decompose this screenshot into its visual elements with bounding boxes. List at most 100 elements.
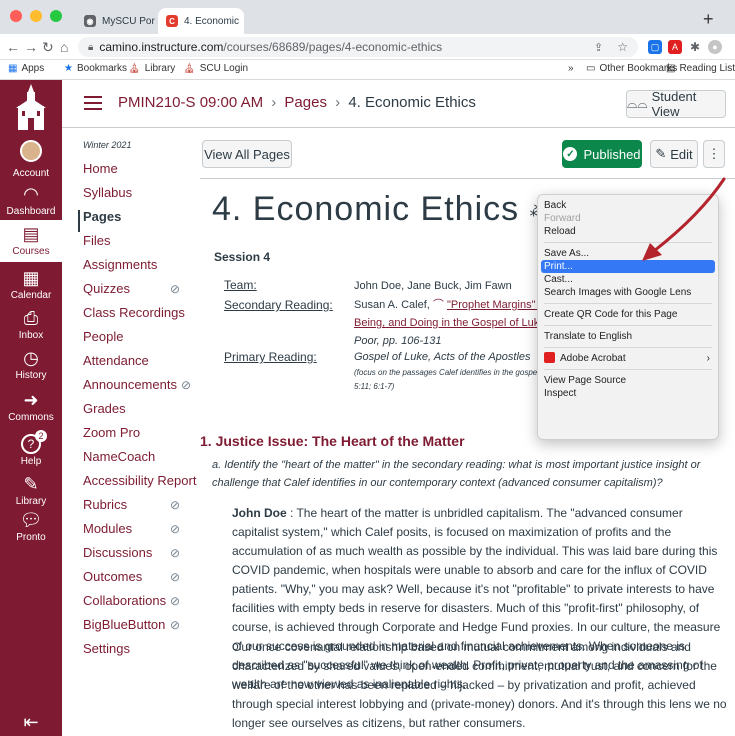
course-nav-assignments[interactable]: Assignments	[83, 256, 193, 280]
global-nav-commons[interactable]: ➜ Commons	[0, 390, 62, 423]
course-nav-announcements[interactable]: Announcements ⊘	[83, 376, 193, 400]
more-options-button[interactable]: ⋮	[703, 140, 725, 168]
course-nav-rubrics[interactable]: Rubrics ⊘	[83, 496, 193, 520]
primary-note: 5:11; 6:1-7)	[354, 382, 395, 391]
collapse-nav-icon[interactable]: ⇤	[0, 712, 62, 733]
course-nav-collaborations[interactable]: Collaborations ⊘	[83, 592, 193, 616]
reading-link[interactable]: Being, and Doing in the Gospel of Luke	[354, 317, 545, 329]
menu-item-translate[interactable]: Translate to English	[538, 330, 718, 343]
bookmark-star-icon[interactable]: ☆	[617, 40, 638, 54]
global-nav-pronto[interactable]: 💬︎ Pronto	[0, 510, 62, 543]
course-nav-label: People	[83, 329, 124, 344]
help-badge: 2	[35, 430, 47, 442]
breadcrumb-course[interactable]: PMIN210-S 09:00 AM	[118, 94, 263, 111]
global-nav-library[interactable]: ✎ Library	[0, 474, 62, 507]
address-bar[interactable]: 🔒︎ camino.instructure.com/courses/68689/…	[78, 37, 638, 57]
course-nav-grades[interactable]: Grades	[83, 400, 193, 424]
share-icon[interactable]: ⇪	[594, 41, 611, 54]
close-window-icon[interactable]	[10, 10, 22, 22]
menu-item-view-source[interactable]: View Page Source	[538, 374, 718, 387]
course-nav-people[interactable]: People	[83, 328, 193, 352]
primary-reading-label: Primary Reading:	[224, 350, 317, 364]
page-title-text: 4. Economic Ethics	[212, 190, 520, 228]
primary-reading-value: Gospel of Luke, Acts of the Apostles (fo…	[354, 348, 539, 394]
team-value: John Doe, Jane Buck, Jim Fawn	[354, 280, 512, 292]
profile-icon[interactable]: ●	[708, 40, 722, 54]
edit-button[interactable]: ✎ Edit	[650, 140, 698, 168]
course-nav-attendance[interactable]: Attendance	[83, 352, 193, 376]
course-nav-settings[interactable]: Settings	[83, 640, 193, 664]
course-nav-namecoach[interactable]: NameCoach	[83, 448, 193, 472]
course-nav-label: Outcomes	[83, 569, 143, 584]
course-nav-discussions[interactable]: Discussions ⊘	[83, 544, 193, 568]
home-icon[interactable]: ⌂	[60, 39, 68, 55]
student-view-button[interactable]: ⌓⌓ Student View	[626, 89, 726, 119]
global-nav-courses[interactable]: ▤ Courses	[0, 220, 62, 262]
new-tab-button[interactable]: +	[703, 9, 714, 30]
reading-link[interactable]: "Prophet Margins" in	[447, 299, 547, 311]
bookmark-bookmarks[interactable]: ★ Bookmarks	[64, 63, 127, 74]
course-nav-class-recordings[interactable]: Class Recordings	[83, 304, 193, 328]
session-heading: Session 4	[214, 250, 271, 264]
menu-item-adobe-acrobat[interactable]: Adobe Acrobat ›	[538, 351, 718, 365]
bookmark-other[interactable]: ▭ Other Bookmarks	[586, 63, 677, 74]
hamburger-menu-icon[interactable]	[84, 96, 102, 110]
acrobat-extension-icon[interactable]: A	[668, 40, 682, 54]
menu-item-qr-code[interactable]: Create QR Code for this Page	[538, 308, 718, 321]
menu-item-cast[interactable]: Cast...	[538, 273, 718, 286]
global-nav-calendar[interactable]: ▦ Calendar	[0, 268, 62, 301]
term-label: Winter 2021	[83, 140, 132, 150]
apps-grid-icon: ▦	[8, 63, 18, 74]
course-nav-zoom-pro[interactable]: Zoom Pro	[83, 424, 193, 448]
nav-label: Pronto	[16, 532, 46, 543]
bookmarks-overflow[interactable]: »	[568, 63, 574, 74]
global-nav-account[interactable]: Account	[0, 140, 62, 179]
browser-tab-myscu[interactable]: ◉ MySCU Por ✕	[76, 8, 158, 34]
page-title: 4. Economic Ethics ⁂	[212, 190, 547, 229]
menu-item-search-images[interactable]: Search Images with Google Lens	[538, 286, 718, 299]
hidden-eye-icon: ⊘	[170, 618, 181, 632]
menu-item-inspect[interactable]: Inspect	[538, 387, 718, 400]
scu-logo-icon: ⛪︎	[128, 63, 141, 74]
global-nav: Account ◠ Dashboard ▤ Courses ▦ Calendar…	[0, 80, 62, 736]
course-nav-bigbluebutton[interactable]: BigBlueButton ⊘	[83, 616, 193, 640]
bookmark-scu-login[interactable]: ⛪︎ SCU Login	[183, 63, 248, 74]
course-nav-label: Settings	[83, 641, 130, 656]
course-nav-pages[interactable]: Pages	[83, 208, 193, 232]
extension-icon[interactable]: ▢	[648, 40, 662, 54]
minimize-window-icon[interactable]	[30, 10, 42, 22]
view-all-pages-button[interactable]: View All Pages	[202, 140, 292, 168]
reading-list-icon: ▤	[666, 63, 676, 74]
menu-item-back[interactable]: Back	[538, 199, 718, 212]
primary-note: (focus on the passages Calef identifies …	[354, 368, 540, 377]
puzzle-extension-icon[interactable]: ✱	[688, 40, 702, 54]
forward-arrow-icon[interactable]: →	[24, 39, 38, 55]
team-label: Team:	[224, 278, 257, 292]
reload-icon[interactable]: ↻	[42, 39, 54, 56]
course-nav-outcomes[interactable]: Outcomes ⊘	[83, 568, 193, 592]
global-nav-dashboard[interactable]: ◠ Dashboard	[0, 184, 62, 217]
course-nav-quizzes[interactable]: Quizzes ⊘	[83, 280, 193, 304]
bookmark-apps[interactable]: ▦ Apps	[8, 63, 44, 74]
browser-tab-economic-ethics[interactable]: C 4. Economic ✕	[158, 8, 244, 34]
course-nav-syllabus[interactable]: Syllabus	[83, 184, 193, 208]
global-nav-inbox[interactable]: ⎙ Inbox	[0, 308, 62, 341]
bookmark-reading-list[interactable]: ▤ Reading List	[666, 63, 735, 74]
course-nav-modules[interactable]: Modules ⊘	[83, 520, 193, 544]
breadcrumb-pages[interactable]: Pages	[284, 94, 327, 111]
menu-item-save-as[interactable]: Save As...	[538, 247, 718, 260]
scu-mission-logo[interactable]	[14, 84, 48, 136]
course-nav-accessibility-report[interactable]: Accessibility Report	[83, 472, 196, 496]
back-arrow-icon[interactable]: ←	[6, 39, 20, 55]
calendar-icon: ▦	[22, 268, 40, 288]
menu-item-reload[interactable]: Reload	[538, 225, 718, 238]
context-menu: Back Forward Reload Save As... Print... …	[537, 194, 719, 440]
course-nav-files[interactable]: Files	[83, 232, 193, 256]
bookmark-library[interactable]: ⛪︎ Library	[128, 63, 175, 74]
maximize-window-icon[interactable]	[50, 10, 62, 22]
global-nav-history[interactable]: ◷ History	[0, 348, 62, 381]
global-nav-help[interactable]: ? 2 Help	[0, 430, 62, 467]
course-nav-home[interactable]: Home	[83, 160, 193, 184]
published-button[interactable]: ✓ Published	[562, 140, 642, 168]
menu-item-print[interactable]: Print...	[541, 260, 715, 273]
